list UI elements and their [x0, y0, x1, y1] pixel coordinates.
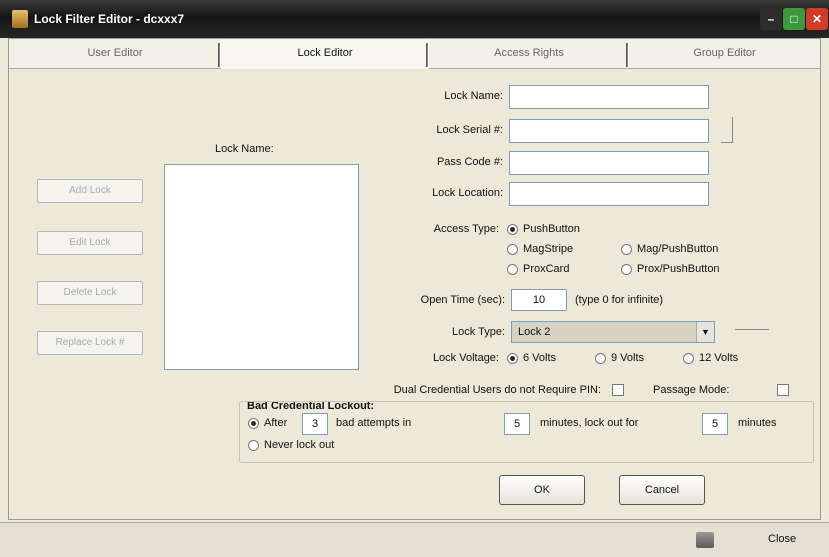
- tab-access-rights[interactable]: Access Rights: [429, 39, 629, 69]
- tab-label: Group Editor: [693, 47, 756, 59]
- lock-serial-label: Lock Serial #:: [436, 124, 503, 136]
- close-window-button[interactable]: ✕: [806, 8, 828, 30]
- ok-button[interactable]: OK: [499, 475, 585, 505]
- tab-strip: User Editor Lock Editor Access Rights Gr…: [9, 39, 820, 71]
- access-mag-pushbutton-radio[interactable]: [621, 244, 632, 255]
- tab-group-editor[interactable]: Group Editor: [629, 39, 820, 69]
- passage-mode-checkbox[interactable]: [777, 384, 789, 396]
- lock-names-label: Lock Name:: [215, 143, 274, 155]
- lock-voltage-label: Lock Voltage:: [432, 352, 499, 364]
- access-magstripe-label: MagStripe: [523, 243, 574, 255]
- window-title: Lock Filter Editor - dcxxx7: [34, 12, 185, 26]
- printer-icon[interactable]: [696, 532, 714, 548]
- lock-type-value: Lock 2: [518, 326, 551, 338]
- passage-mode-label: Passage Mode:: [653, 384, 730, 396]
- minimize-button[interactable]: –: [760, 8, 782, 30]
- edit-lock-button[interactable]: Edit Lock: [37, 231, 143, 255]
- pass-code-label: Pass Code #:: [436, 156, 503, 168]
- attempt-minutes-input[interactable]: 5: [504, 413, 530, 435]
- voltage-6-label: 6 Volts: [523, 352, 557, 364]
- lockout-minutes-input[interactable]: 5: [702, 413, 728, 435]
- lock-serial-input[interactable]: [509, 119, 709, 143]
- lock-name-label: Lock Name:: [444, 90, 503, 102]
- voltage-6-radio[interactable]: [507, 353, 518, 364]
- lockout-after-label: After: [264, 417, 288, 429]
- lock-name-input[interactable]: [509, 85, 709, 109]
- bad-attempts-input[interactable]: 3: [302, 413, 328, 435]
- serial-bracket: [721, 117, 733, 143]
- bad-attempts-text: bad attempts in: [336, 417, 412, 429]
- tab-label: Access Rights: [494, 47, 564, 59]
- cancel-button[interactable]: Cancel: [619, 475, 705, 505]
- access-prox-pushbutton-radio[interactable]: [621, 264, 632, 275]
- app-icon: [12, 10, 28, 28]
- lock-location-input[interactable]: [509, 182, 709, 206]
- lock-location-label: Lock Location:: [432, 187, 503, 199]
- access-magstripe-radio[interactable]: [507, 244, 518, 255]
- tab-label: Lock Editor: [297, 47, 353, 59]
- lockout-group: After 3 bad attempts in 5 minutes, lock …: [239, 401, 814, 463]
- voltage-12-label: 12 Volts: [699, 352, 739, 364]
- tab-user-editor[interactable]: User Editor: [9, 39, 221, 69]
- lock-type-label: Lock Type:: [452, 326, 505, 338]
- access-proxcard-label: ProxCard: [523, 263, 570, 275]
- never-lockout-radio[interactable]: [248, 440, 259, 451]
- editor-frame: User Editor Lock Editor Access Rights Gr…: [8, 38, 821, 520]
- access-pushbutton-label: PushButton: [523, 223, 580, 235]
- dual-credential-checkbox[interactable]: [612, 384, 624, 396]
- voltage-9-label: 9 Volts: [611, 352, 645, 364]
- chevron-down-icon[interactable]: ▼: [696, 322, 714, 342]
- close-button[interactable]: Close: [768, 533, 796, 545]
- lock-names-list[interactable]: [164, 164, 359, 370]
- voltage-9-radio[interactable]: [595, 353, 606, 364]
- access-type-label: Access Type:: [433, 223, 499, 235]
- open-time-hint: (type 0 for infinite): [575, 294, 664, 306]
- status-bar: Close: [0, 522, 829, 557]
- open-time-label: Open Time (sec):: [420, 294, 505, 306]
- dual-credential-label: Dual Credential Users do not Require PIN…: [393, 384, 601, 396]
- open-time-input[interactable]: 10: [511, 289, 567, 311]
- access-proxcard-radio[interactable]: [507, 264, 518, 275]
- maximize-button[interactable]: □: [783, 8, 805, 30]
- delete-lock-button[interactable]: Delete Lock: [37, 281, 143, 305]
- tab-label: User Editor: [87, 47, 143, 59]
- tab-lock-editor[interactable]: Lock Editor: [221, 39, 429, 69]
- never-lockout-label: Never lock out: [264, 439, 335, 451]
- add-lock-button[interactable]: Add Lock: [37, 179, 143, 203]
- access-prox-pushbutton-label: Prox/PushButton: [637, 263, 720, 275]
- voltage-12-radio[interactable]: [683, 353, 694, 364]
- lockout-for-text: minutes, lock out for: [540, 417, 639, 429]
- minutes-label: minutes: [738, 417, 777, 429]
- lock-type-select[interactable]: Lock 2 ▼: [511, 321, 715, 343]
- lockout-after-radio[interactable]: [248, 418, 259, 429]
- replace-lock-button[interactable]: Replace Lock #: [37, 331, 143, 355]
- access-mag-pushbutton-label: Mag/PushButton: [637, 243, 719, 255]
- access-pushbutton-radio[interactable]: [507, 224, 518, 235]
- pass-code-input[interactable]: [509, 151, 709, 175]
- title-bar: Lock Filter Editor - dcxxx7 – □ ✕: [0, 0, 829, 38]
- lock-type-line: [735, 329, 769, 330]
